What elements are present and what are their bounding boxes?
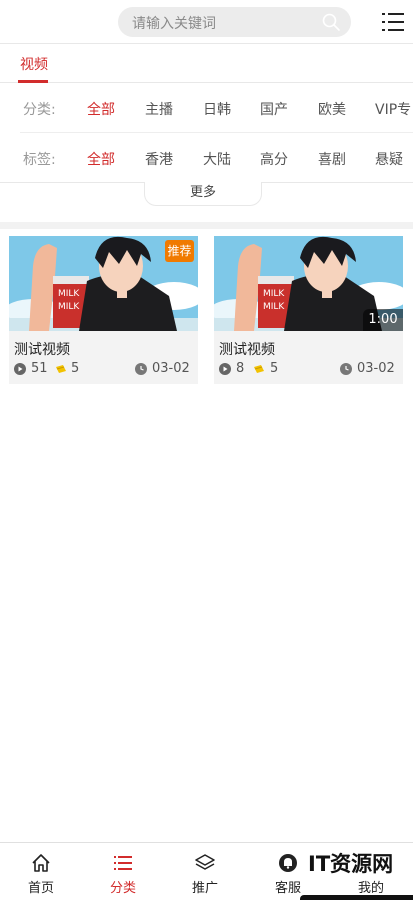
list-icon — [114, 856, 132, 870]
nav-label: 推广 — [191, 881, 218, 896]
layers-icon — [195, 854, 215, 870]
category-option[interactable]: 日韩 — [203, 99, 231, 119]
svg-text:MILK: MILK — [263, 302, 285, 312]
coin-icon — [254, 365, 264, 373]
svg-text:MILK: MILK — [58, 302, 80, 312]
tag-option[interactable]: 大陆 — [203, 149, 231, 169]
tag-label: 标签: — [23, 152, 56, 168]
video-card[interactable]: MILK MILK 推荐 测试视频 51 5 03-02 — [9, 236, 198, 384]
svg-text:MILK: MILK — [58, 289, 80, 299]
play-count-icon — [14, 363, 26, 375]
nav-promote[interactable]: 推广 — [164, 843, 246, 900]
more-button[interactable]: 更多 — [144, 182, 262, 206]
tag-option[interactable]: 高分 — [260, 149, 288, 169]
tag-option[interactable]: 全部 — [87, 149, 115, 169]
nav-label: 首页 — [27, 881, 54, 896]
category-option[interactable]: 国产 — [260, 99, 288, 119]
tag-option[interactable]: 香港 — [145, 149, 173, 169]
category-option[interactable]: 主播 — [145, 99, 173, 119]
category-filter-row: 分类: 全部 主播 日韩 国产 欧美 VIP专 — [0, 83, 413, 133]
category-option[interactable]: VIP专 — [375, 99, 411, 119]
publish-date: 03-02 — [357, 361, 395, 376]
nav-label: 客服 — [274, 881, 301, 896]
publish-date: 03-02 — [152, 361, 190, 376]
tab-video[interactable]: 视频 — [20, 54, 48, 74]
nav-home[interactable]: 首页 — [0, 843, 82, 900]
search-icon[interactable] — [321, 12, 341, 32]
video-thumbnail[interactable]: MILK MILK 推荐 — [9, 236, 198, 331]
video-duration: 1:00 — [363, 309, 403, 331]
video-card[interactable]: MILK MILK 1:00 测试视频 8 5 03-02 — [214, 236, 403, 384]
search-placeholder: 请输入关键词 — [132, 16, 216, 32]
recommend-badge: 推荐 — [165, 240, 194, 262]
nav-label: 我的 — [357, 881, 384, 896]
search-input[interactable]: 请输入关键词 — [118, 7, 351, 37]
category-label: 分类: — [23, 102, 56, 118]
bell-icon — [279, 854, 297, 872]
nav-label: 分类 — [109, 881, 136, 896]
video-title[interactable]: 测试视频 — [14, 339, 70, 359]
clock-icon — [135, 363, 147, 375]
tag-option[interactable]: 喜剧 — [318, 149, 346, 169]
coin-count: 5 — [270, 361, 279, 376]
play-count: 8 — [236, 361, 245, 376]
watermark-logo: IT资源网 — [308, 852, 394, 876]
video-title[interactable]: 测试视频 — [219, 339, 275, 359]
svg-text:MILK: MILK — [263, 289, 285, 299]
play-count: 51 — [31, 361, 48, 376]
more-label: 更多 — [189, 185, 216, 200]
nav-category[interactable]: 分类 — [82, 843, 164, 900]
category-option[interactable]: 全部 — [87, 99, 115, 119]
video-thumbnail[interactable]: MILK MILK 1:00 — [214, 236, 403, 331]
coin-icon — [56, 365, 66, 373]
watermark-underline — [300, 895, 413, 900]
section-separator — [0, 222, 413, 229]
menu-icon[interactable] — [382, 12, 404, 32]
coin-count: 5 — [71, 361, 80, 376]
tag-option[interactable]: 悬疑 — [375, 149, 403, 169]
home-icon — [32, 854, 50, 872]
tag-filter-row: 标签: 全部 香港 大陆 高分 喜剧 悬疑 — [0, 133, 413, 183]
tab-bar: 视频 — [0, 44, 413, 83]
top-header: 请输入关键词 — [0, 0, 413, 44]
category-option[interactable]: 欧美 — [318, 99, 346, 119]
play-count-icon — [219, 363, 231, 375]
clock-icon — [340, 363, 352, 375]
